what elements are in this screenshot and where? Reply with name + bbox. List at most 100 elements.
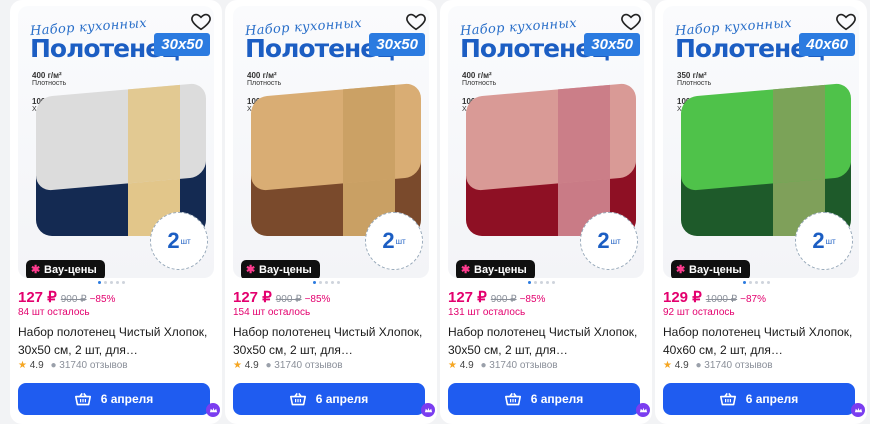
price-row: 127 ₽900 ₽ −85% [233, 288, 330, 307]
image-pager[interactable] [528, 281, 555, 284]
current-price: 127 ₽ [448, 289, 487, 306]
old-price: 900 ₽ [490, 294, 517, 305]
rating-row: ★ 4.9 ● 31740 отзывов [18, 360, 128, 371]
product-name[interactable]: Набор полотенец Чистый Хлопок, 30x50 см,… [18, 323, 214, 359]
current-price: 129 ₽ [663, 289, 702, 306]
add-to-cart-button[interactable]: 6 апреля [448, 383, 640, 415]
current-price: 127 ₽ [233, 289, 272, 306]
old-price: 900 ₽ [60, 294, 87, 305]
price-row: 127 ₽900 ₽ −85% [18, 288, 115, 307]
pager-dot[interactable] [104, 281, 107, 284]
reviews-icon: ● [50, 360, 57, 371]
reviews-icon: ● [695, 360, 702, 371]
stock-left: 84 шт осталось [18, 307, 90, 318]
heart-icon[interactable] [620, 10, 642, 32]
pager-dot[interactable] [546, 281, 549, 284]
old-price: 1000 ₽ [705, 294, 738, 305]
pager-dot[interactable] [552, 281, 555, 284]
image-pager[interactable] [98, 281, 125, 284]
pager-dot[interactable] [749, 281, 752, 284]
add-to-cart-button[interactable]: 6 апреля [663, 383, 855, 415]
rating-value: 4.9 [459, 360, 474, 371]
density-spec: 350 г/м² Плотность [677, 71, 712, 88]
size-badge: 30x50 [584, 33, 640, 56]
rating-value: 4.9 [29, 360, 44, 371]
rating-value: 4.9 [244, 360, 259, 371]
product-card[interactable]: Набор кухонных Полотенец 30x50 400 г/м² П… [440, 0, 652, 424]
pager-dot[interactable] [319, 281, 322, 284]
image-pager[interactable] [313, 281, 340, 284]
pager-dot[interactable] [110, 281, 113, 284]
pager-dot[interactable] [534, 281, 537, 284]
club-icon [851, 403, 865, 417]
reviews-icon: ● [480, 360, 487, 371]
product-card[interactable]: Набор кухонных Полотенец 30x50 400 г/м² П… [225, 0, 437, 424]
towel-top [251, 82, 421, 192]
wow-price-badge: Вау-цены [456, 260, 535, 278]
discount: −87% [740, 294, 766, 305]
product-name[interactable]: Набор полотенец Чистый Хлопок, 40x60 см,… [663, 323, 859, 359]
reviews-icon: ● [265, 360, 272, 371]
star-icon: ★ [18, 360, 27, 371]
pager-dot[interactable] [767, 281, 770, 284]
pager-dot[interactable] [761, 281, 764, 284]
rating-row: ★ 4.9 ● 31740 отзывов [663, 360, 773, 371]
add-to-cart-button[interactable]: 6 апреля [233, 383, 425, 415]
club-icon [206, 403, 220, 417]
product-image[interactable]: Набор кухонных Полотенец 40x60 350 г/м² П… [663, 6, 859, 278]
add-to-cart-button[interactable]: 6 апреля [18, 383, 210, 415]
wow-price-badge: Вау-цены [26, 260, 105, 278]
rating-row: ★ 4.9 ● 31740 отзывов [448, 360, 558, 371]
product-card[interactable]: Набор кухонных Полотенец 40x60 350 г/м² П… [655, 0, 867, 424]
stock-left: 154 шт осталось [233, 307, 311, 318]
size-badge: 40x60 [799, 33, 855, 56]
pager-dot[interactable] [528, 281, 531, 284]
delivery-date: 6 апреля [530, 392, 584, 406]
product-image[interactable]: Набор кухонных Полотенец 30x50 400 г/м² П… [233, 6, 429, 278]
pager-dot[interactable] [743, 281, 746, 284]
price-row: 127 ₽900 ₽ −85% [448, 288, 545, 307]
rating-value: 4.9 [674, 360, 689, 371]
heart-icon[interactable] [190, 10, 212, 32]
quantity-seal: 2 шт [150, 212, 208, 270]
size-badge: 30x50 [154, 33, 210, 56]
stock-left: 92 шт осталось [663, 307, 735, 318]
quantity-seal: 2 шт [795, 212, 853, 270]
delivery-date: 6 апреля [315, 392, 369, 406]
delivery-date: 6 апреля [100, 392, 154, 406]
product-card[interactable]: Набор кухонных Полотенец 30x50 400 г/м² П… [10, 0, 222, 424]
product-image[interactable]: Набор кухонных Полотенец 30x50 400 г/м² П… [448, 6, 644, 278]
towel-top [681, 82, 851, 192]
towel-top [466, 82, 636, 192]
old-price: 900 ₽ [275, 294, 302, 305]
reviews-count[interactable]: 31740 отзывов [59, 360, 127, 371]
star-icon: ★ [448, 360, 457, 371]
size-badge: 30x50 [369, 33, 425, 56]
density-spec: 400 г/м² Плотность [32, 71, 67, 88]
heart-icon[interactable] [835, 10, 857, 32]
reviews-count[interactable]: 31740 отзывов [704, 360, 772, 371]
pager-dot[interactable] [337, 281, 340, 284]
reviews-count[interactable]: 31740 отзывов [489, 360, 557, 371]
current-price: 127 ₽ [18, 289, 57, 306]
pager-dot[interactable] [325, 281, 328, 284]
product-name[interactable]: Набор полотенец Чистый Хлопок, 30x50 см,… [233, 323, 429, 359]
pager-dot[interactable] [331, 281, 334, 284]
star-icon: ★ [663, 360, 672, 371]
pager-dot[interactable] [116, 281, 119, 284]
delivery-date: 6 апреля [745, 392, 799, 406]
product-name[interactable]: Набор полотенец Чистый Хлопок, 30x50 см,… [448, 323, 644, 359]
pager-dot[interactable] [313, 281, 316, 284]
stock-left: 131 шт осталось [448, 307, 526, 318]
pager-dot[interactable] [755, 281, 758, 284]
pager-dot[interactable] [540, 281, 543, 284]
quantity-seal: 2 шт [580, 212, 638, 270]
pager-dot[interactable] [122, 281, 125, 284]
image-pager[interactable] [743, 281, 770, 284]
club-icon [636, 403, 650, 417]
heart-icon[interactable] [405, 10, 427, 32]
reviews-count[interactable]: 31740 отзывов [274, 360, 342, 371]
product-image[interactable]: Набор кухонных Полотенец 30x50 400 г/м² П… [18, 6, 214, 278]
pager-dot[interactable] [98, 281, 101, 284]
basket-icon [719, 392, 736, 406]
